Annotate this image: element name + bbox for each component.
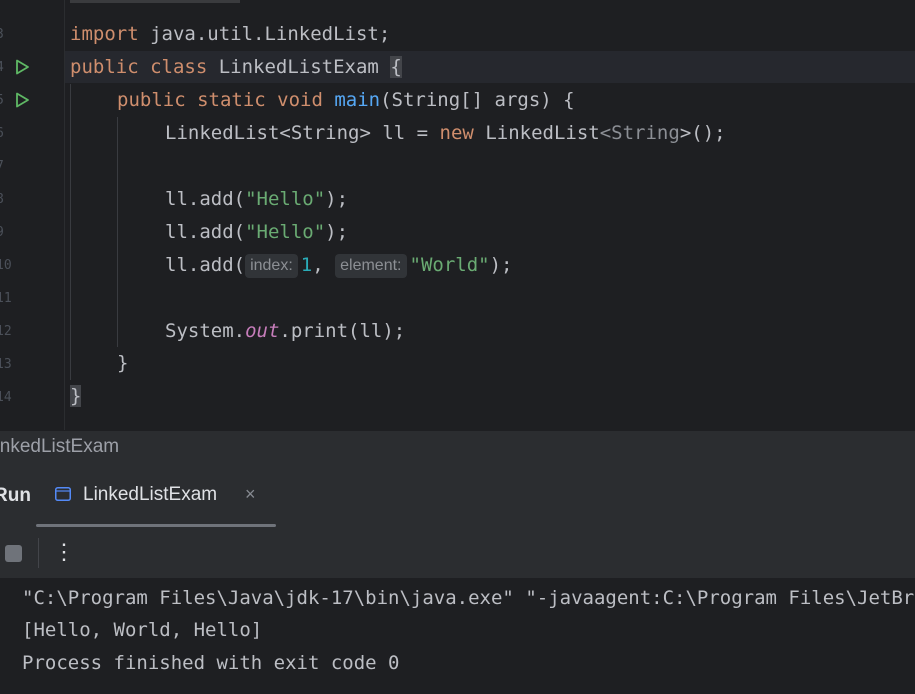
line-number: 9	[0, 224, 10, 242]
code-line-print: System.out.print(ll);	[165, 315, 405, 348]
editor-gutter: 3 4 5 6 7 8 9 10 11 12 13 14	[0, 0, 63, 430]
declaration-end: >();	[679, 122, 726, 144]
call-end: );	[325, 221, 349, 243]
line-number: 3	[0, 26, 10, 44]
line-number: 7	[0, 158, 10, 176]
generic-bracket: <	[599, 122, 612, 144]
toolbar-divider	[38, 538, 39, 568]
line-number: 13	[0, 357, 12, 372]
run-tool-window: Run LinkedListExam × ⋮ "C:\Program Files…	[0, 465, 915, 694]
string-literal: "Hello"	[245, 188, 326, 210]
close-icon[interactable]: ×	[245, 484, 256, 505]
gutter-separator	[64, 0, 65, 430]
run-main-icon[interactable]	[14, 92, 30, 108]
line-number: 4	[0, 59, 10, 77]
method-call: ll.add(	[165, 221, 246, 243]
run-toolbar	[0, 527, 915, 579]
constructor-name: LinkedList	[473, 122, 600, 144]
close-brace: }	[117, 352, 129, 374]
line-number: 5	[0, 92, 10, 110]
run-tab-bar: Run LinkedListExam ×	[0, 465, 915, 527]
code-editor[interactable]: 3 4 5 6 7 8 9 10 11 12 13 14 import java…	[0, 0, 915, 430]
string-literal: "Hello"	[245, 221, 326, 243]
code-line-import: import java.util.LinkedList;	[70, 18, 390, 51]
line-number: 11	[0, 291, 12, 306]
indent-guide	[70, 84, 71, 380]
more-options-icon[interactable]: ⋮	[52, 537, 76, 567]
import-path: java.util.LinkedList;	[138, 23, 391, 45]
method-call: ll.add(	[165, 188, 246, 210]
code-line-declaration: LinkedList<String> ll = new LinkedList<S…	[165, 117, 726, 150]
parameter-hint-index: index:	[245, 254, 298, 278]
comma: ,	[312, 254, 336, 276]
run-configuration-icon	[55, 487, 71, 501]
call-end: );	[325, 188, 349, 210]
code-line-add-1: ll.add("Hello");	[165, 183, 348, 216]
console-output[interactable]: "C:\Program Files\Java\jdk-17\bin\java.e…	[0, 578, 915, 694]
print-call: .print(ll);	[279, 320, 406, 342]
keyword-token: public class	[70, 56, 219, 78]
code-line-class-close: }	[70, 380, 82, 413]
tab-label: LinkedListExam	[83, 484, 218, 505]
keyword-token: public static void	[117, 89, 335, 111]
system-class: System.	[165, 320, 246, 342]
method-signature: (String[] args) {	[380, 89, 575, 111]
call-end: );	[489, 254, 513, 276]
generic-type: String	[611, 122, 680, 144]
code-line-class: public class LinkedListExam {	[70, 51, 402, 84]
code-line-add-3: ll.add(index: 1, element: "World");	[165, 249, 512, 282]
console-line: "C:\Program Files\Java\jdk-17\bin\java.e…	[22, 587, 915, 609]
code-line-add-2: ll.add("Hello");	[165, 216, 348, 249]
line-number: 14	[0, 390, 12, 405]
open-brace: {	[390, 56, 402, 78]
close-brace: }	[70, 385, 82, 407]
tab-linkedlistexam[interactable]: LinkedListExam ×	[36, 465, 276, 527]
indent-guide	[117, 117, 118, 347]
line-number: 10	[0, 258, 12, 273]
console-line: Process finished with exit code 0	[22, 652, 400, 674]
line-number: 12	[0, 324, 12, 339]
editor-top-strip	[70, 0, 240, 3]
tool-window-title: Run	[0, 485, 31, 506]
keyword-token: new	[439, 122, 474, 144]
method-name: main	[334, 89, 381, 111]
line-number: 8	[0, 191, 10, 209]
breadcrumb-item[interactable]: LinkedListExam	[0, 436, 119, 458]
number-literal: 1	[300, 254, 313, 276]
class-name: LinkedListExam	[218, 56, 391, 78]
method-call: ll.add(	[165, 254, 246, 276]
console-line: [Hello, World, Hello]	[22, 619, 263, 641]
parameter-hint-element: element:	[335, 254, 407, 278]
code-line-main: public static void main(String[] args) {	[117, 84, 575, 117]
breadcrumb[interactable]: LinkedListExam	[0, 430, 915, 465]
run-class-icon[interactable]	[14, 59, 30, 75]
declaration-type: LinkedList<String> ll =	[165, 122, 440, 144]
code-line-method-close: }	[117, 347, 128, 380]
stop-icon[interactable]	[5, 545, 22, 562]
string-literal: "World"	[409, 254, 490, 276]
keyword-token: import	[70, 23, 139, 45]
static-field: out	[245, 320, 280, 342]
line-number: 6	[0, 125, 10, 143]
